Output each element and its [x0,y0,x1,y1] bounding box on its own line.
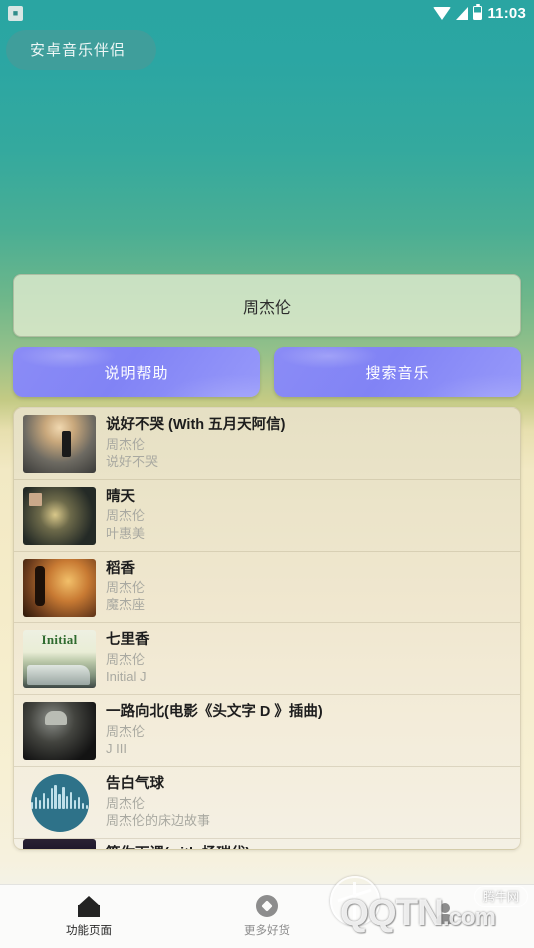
album-art-shuohaobuku [23,415,96,473]
list-item[interactable]: 一路向北(电影《头文字 D 》插曲) 周杰伦 J III [14,695,520,767]
status-bar-right: 11:03 [433,3,526,22]
song-meta: 说好不哭 (With 五月天阿信) 周杰伦 说好不哭 [106,415,286,470]
wifi-icon [433,6,452,20]
list-item[interactable]: 告白气球 周杰伦 周杰伦的床边故事 [14,767,520,839]
album-art-qingtian [23,486,96,545]
song-artist: 周杰伦 [106,795,146,811]
status-bar: ■ 11:03 [0,0,534,26]
song-album: 魔杰座 [106,597,146,613]
song-title: 七里香 [106,632,150,649]
song-album: 周杰伦的床边故事 [106,812,211,828]
song-album: 说好不哭 [106,453,159,469]
app-screen: ■ 11:03 安卓音乐伴侣 周杰伦 说明帮助 搜索音乐 说好不哭 (With … [0,0,534,948]
status-bar-left: ■ [8,5,433,21]
song-artist: 周杰伦 [106,436,146,452]
song-meta: 晴天 周杰伦 叶惠美 [106,487,145,542]
song-title: 告白气球 [106,775,164,792]
song-artist: 周杰伦 [106,723,146,739]
album-art-qilixiang: Initial [23,630,96,689]
nav-label: 更多好货 [244,925,290,937]
nav-item-functions[interactable]: 功能页面 [0,885,178,948]
song-meta: 七里香 周杰伦 Initial J [106,630,150,685]
hero-spacer [0,70,534,274]
app-title: 安卓音乐伴侣 [6,30,157,70]
bottom-navigation: 功能页面 更多好货 [0,884,534,948]
list-item[interactable]: Initial 七里香 周杰伦 Initial J [14,623,520,696]
signal-icon [456,6,469,20]
song-meta: 稻香 周杰伦 魔杰座 [106,559,145,614]
main-content: 周杰伦 说明帮助 搜索音乐 说好不哭 (With 五月天阿信) 周杰伦 说好不哭… [0,274,534,850]
song-title: 稻香 [106,560,135,577]
album-art-yiluxiangbei [23,702,96,761]
song-title: 晴天 [106,488,135,505]
album-art-dengnixiake [23,838,96,849]
waveform-icon [30,773,89,832]
album-art-placeholder-waveform [23,773,96,832]
list-item[interactable]: 晴天 周杰伦 叶惠美 [14,480,520,552]
search-music-button[interactable]: 搜索音乐 [274,347,521,397]
action-button-row: 说明帮助 搜索音乐 [13,347,521,397]
nav-item-profile[interactable] [356,885,534,948]
song-album: J III [106,740,127,756]
compass-icon [256,895,278,917]
list-item[interactable]: 稻香 周杰伦 魔杰座 [14,552,520,624]
app-notification-icon: ■ [8,5,23,21]
album-art-text: Initial [41,632,78,648]
song-title: 说好不哭 (With 五月天阿信) [106,417,286,433]
song-artist: 周杰伦 [106,508,146,524]
song-album: Initial J [106,669,147,685]
song-title: 等你下课(with 杨瑞代) [106,845,250,849]
nav-label: 功能页面 [66,924,112,937]
song-artist: 周杰伦 [106,580,146,596]
home-icon [78,895,100,917]
album-art-daoxiang [23,558,96,617]
song-meta: 一路向北(电影《头文字 D 》插曲) 周杰伦 J III [106,702,323,757]
song-meta: 等你下课(with 杨瑞代) [106,844,250,849]
song-meta: 告白气球 周杰伦 周杰伦的床边故事 [106,774,210,829]
search-input[interactable]: 周杰伦 [13,274,521,337]
song-list[interactable]: 说好不哭 (With 五月天阿信) 周杰伦 说好不哭 晴天 周杰伦 叶惠美 稻香… [13,407,521,850]
song-title: 一路向北(电影《头文字 D 》插曲) [106,704,323,721]
battery-icon [473,3,483,20]
help-button[interactable]: 说明帮助 [13,347,260,397]
person-icon [434,903,456,925]
list-item[interactable]: 说好不哭 (With 五月天阿信) 周杰伦 说好不哭 [14,408,520,480]
nav-item-more-goods[interactable]: 更多好货 [178,885,356,948]
song-artist: 周杰伦 [106,651,146,667]
list-item[interactable]: 等你下课(with 杨瑞代) [14,838,520,849]
status-bar-clock: 11:03 [487,4,526,22]
song-album: 叶惠美 [106,525,146,541]
title-bar: 安卓音乐伴侣 [0,26,534,70]
